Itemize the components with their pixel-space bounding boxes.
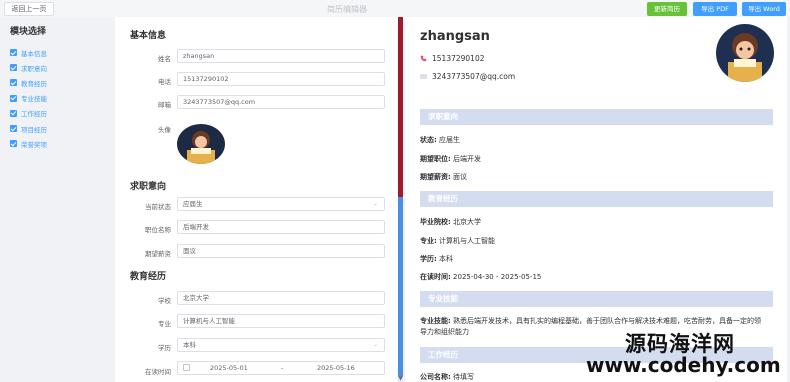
preview-study-time: 在读时间: 2025-04-30 - 2025-05-15: [420, 273, 542, 281]
phone-icon: [420, 55, 427, 62]
module-label: 基本信息: [21, 49, 47, 58]
status-label: 当前状态: [145, 203, 171, 211]
checkbox-checked-icon[interactable]: [10, 49, 17, 57]
name-input[interactable]: zhangsan: [177, 49, 385, 63]
avatar-image: [716, 24, 774, 82]
preview-section-skills: 专业技能: [420, 291, 773, 307]
module-list: 基本信息 求职意向 教育经历 专业技能 工作经历 项目经历 荣誉奖项: [10, 45, 47, 151]
start-date[interactable]: 2025-05-01: [210, 364, 248, 372]
checkbox-checked-icon[interactable]: [10, 79, 17, 87]
preview-phone: 15137290102: [420, 54, 485, 63]
chevron-down-icon: ⌄: [372, 341, 378, 348]
status-value: 应届生: [183, 200, 203, 208]
date-separator: -: [281, 364, 284, 372]
module-item-skills[interactable]: 专业技能: [10, 91, 47, 106]
module-item-intent[interactable]: 求职意向: [10, 60, 47, 75]
section-title-intent: 求职意向: [130, 182, 167, 192]
module-item-basic[interactable]: 基本信息: [10, 45, 47, 60]
school-label: 学校: [158, 297, 171, 305]
module-item-projects[interactable]: 项目经历: [10, 121, 47, 136]
degree-value: 本科: [183, 341, 196, 349]
position-label: 职位名称: [145, 226, 171, 234]
back-button[interactable]: 返回上一页: [4, 2, 54, 16]
email-label: 邮箱: [158, 101, 171, 109]
preview-email-text: 3243773507@qq.com: [432, 72, 516, 81]
avatar-image: [177, 124, 225, 164]
phone-label: 电话: [158, 78, 171, 86]
export-word-button[interactable]: 导出 Word: [742, 2, 786, 16]
school-input[interactable]: 北京大学: [177, 291, 385, 305]
module-label: 专业技能: [21, 95, 47, 104]
position-input[interactable]: 后端开发: [177, 220, 385, 234]
module-item-work[interactable]: 工作经历: [10, 106, 47, 121]
salary-input[interactable]: 面议: [177, 244, 385, 258]
checkbox-checked-icon[interactable]: [10, 64, 17, 72]
preview-avatar: [716, 24, 774, 82]
avatar-label: 头像: [158, 126, 171, 134]
degree-label: 学历: [158, 344, 171, 352]
module-label: 荣誉奖项: [21, 140, 47, 149]
preview-salary: 期望薪资: 面议: [420, 173, 468, 181]
editor-panel: 基本信息 姓名 zhangsan 电话 15137290102 邮箱 32437…: [115, 17, 398, 382]
preview-section-intent: 求职意向: [420, 109, 773, 125]
section-title-basic: 基本信息: [130, 31, 167, 41]
preview-school: 毕业院校: 北京大学: [420, 218, 482, 226]
major-input[interactable]: 计算机与人工智能: [177, 314, 385, 328]
phone-input[interactable]: 15137290102: [177, 72, 385, 86]
calendar-icon: [183, 364, 190, 371]
date-range-picker[interactable]: 2025-05-01 - 2025-05-16: [177, 361, 385, 375]
sidebar-title: 模块选择: [10, 27, 47, 37]
module-label: 工作经历: [21, 110, 47, 119]
preview-name: zhangsan: [420, 29, 490, 44]
scroll-down-icon[interactable]: ▼: [398, 376, 403, 382]
watermark-url: www.codehy.com: [586, 353, 781, 377]
preview-major: 专业: 计算机与人工智能: [420, 237, 496, 245]
preview-degree: 学历: 本科: [420, 255, 454, 263]
preview-section-education: 教育经历: [420, 191, 773, 207]
module-label: 求职意向: [21, 64, 47, 73]
preview-position: 期望职位: 后端开发: [420, 155, 482, 163]
email-input[interactable]: 3243773507@qq.com: [177, 95, 385, 109]
salary-label: 期望薪资: [145, 250, 171, 258]
export-pdf-button[interactable]: 导出 PDF: [693, 2, 737, 16]
major-label: 专业: [158, 320, 171, 328]
checkbox-checked-icon[interactable]: [10, 109, 17, 117]
module-item-honors[interactable]: 荣誉奖项: [10, 136, 47, 151]
panel-scrollbar[interactable]: ▼: [398, 17, 403, 382]
module-label: 教育经历: [21, 79, 47, 88]
study-time-label: 在读时间: [145, 368, 171, 376]
status-select[interactable]: 应届生 ⌄: [177, 197, 385, 211]
preview-status: 状态: 应届生: [420, 136, 461, 144]
update-resume-button[interactable]: 更新简历: [647, 2, 687, 16]
checkbox-checked-icon[interactable]: [10, 125, 17, 133]
checkbox-checked-icon[interactable]: [10, 94, 17, 102]
top-toolbar: 返回上一页 简历编辑器 更新简历 导出 PDF 导出 Word: [0, 0, 790, 17]
section-title-education: 教育经历: [130, 272, 167, 282]
name-label: 姓名: [158, 55, 171, 63]
preview-company: 公司名称: 待填写: [420, 373, 475, 381]
module-item-education[interactable]: 教育经历: [10, 75, 47, 90]
checkbox-checked-icon[interactable]: [10, 140, 17, 148]
page-title: 简历编辑器: [327, 5, 367, 14]
module-sidebar: 模块选择 基本信息 求职意向 教育经历 专业技能 工作经历 项目经历 荣誉奖项: [0, 17, 113, 382]
degree-select[interactable]: 本科 ⌄: [177, 338, 385, 352]
end-date[interactable]: 2025-05-16: [317, 364, 355, 372]
module-label: 项目经历: [21, 125, 47, 134]
preview-email: 3243773507@qq.com: [420, 72, 515, 81]
scrollbar-track-highlight: [398, 197, 403, 377]
avatar-upload[interactable]: [177, 124, 225, 164]
mail-icon: [420, 74, 427, 79]
chevron-down-icon: ⌄: [372, 200, 378, 207]
scrollbar-thumb[interactable]: [398, 17, 403, 197]
preview-phone-text: 15137290102: [432, 54, 485, 63]
